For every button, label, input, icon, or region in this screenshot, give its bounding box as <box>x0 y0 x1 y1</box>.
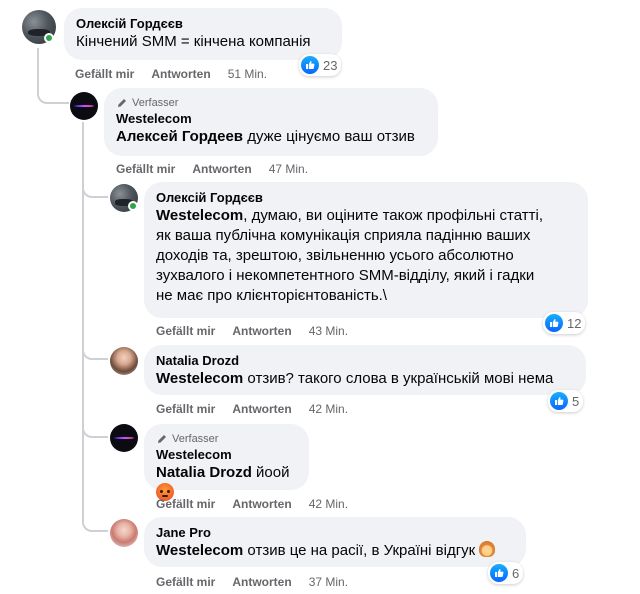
reply-button[interactable]: Antworten <box>232 323 291 339</box>
comment-text-body: дуже цінуємо ваш отзив <box>243 128 415 145</box>
comment-time[interactable]: 47 Min. <box>269 161 308 177</box>
comment-author[interactable]: Natalia Drozd <box>156 353 574 369</box>
comment-text-line: як ваша публічна комунікація сприяла пад… <box>156 227 531 244</box>
mention-link[interactable]: Westelecom <box>156 207 243 224</box>
author-badge-label: Verfasser <box>132 97 179 109</box>
reaction-count[interactable]: 23 <box>299 54 342 76</box>
avatar[interactable] <box>110 347 138 375</box>
comment-actions: Gefällt mir Antworten 37 Min. <box>156 574 348 590</box>
comment-text-body: йоой <box>251 464 290 481</box>
like-button[interactable]: Gefällt mir <box>116 161 175 177</box>
like-button[interactable]: Gefällt mir <box>156 496 215 512</box>
reply-button[interactable]: Antworten <box>151 66 210 82</box>
thread-elbow-4 <box>82 416 108 438</box>
comment-author[interactable]: Westelecom <box>116 111 426 127</box>
reaction-number: 23 <box>323 57 338 73</box>
comment-time[interactable]: 37 Min. <box>309 574 348 590</box>
like-button[interactable]: Gefällt mir <box>75 66 134 82</box>
comment-text-line: зухвалого і некомпетентного SMM-відділу,… <box>156 267 535 284</box>
reaction-number: 12 <box>567 315 582 331</box>
comment-actions: Gefällt mir Antworten 42 Min. <box>156 401 348 417</box>
like-button[interactable]: Gefällt mir <box>156 401 215 417</box>
thread-elbow-1 <box>37 80 69 104</box>
avatar[interactable] <box>110 519 138 547</box>
like-icon <box>545 314 563 332</box>
woman-shrugging-emoji-icon <box>479 541 496 557</box>
avatar[interactable] <box>110 424 138 452</box>
comment-text: Westelecom отзив? такого слова в українс… <box>156 369 574 389</box>
mention-link[interactable]: Westelecom <box>156 370 243 387</box>
like-icon <box>490 564 508 582</box>
comment-actions: Gefällt mir Antworten 43 Min. <box>156 323 348 339</box>
comment-text: Кінчений SMM = кінчена компанія <box>76 33 311 50</box>
mention-link[interactable]: Алексей Гордеев <box>116 128 243 145</box>
online-status-dot <box>44 33 54 43</box>
comment-bubble: Natalia Drozd Westelecom отзив? такого с… <box>144 345 586 395</box>
pen-icon <box>118 99 126 107</box>
comment-text: Westelecom отзив це на расії, в Україні … <box>156 541 514 561</box>
comment-line: Westelecom, думаю, ви оціните також проф… <box>156 206 576 226</box>
comment-author[interactable]: Jane Pro <box>156 525 514 541</box>
comment-author[interactable]: Westelecom <box>156 447 297 463</box>
reply-button[interactable]: Antworten <box>232 496 291 512</box>
comment-actions: Gefällt mir Antworten 51 Min. <box>75 66 267 82</box>
comment-text: Westelecom, думаю, ви оціните також проф… <box>156 206 576 306</box>
comment-actions: Gefällt mir Antworten 47 Min. <box>116 161 308 177</box>
comment-bubble: Verfasser Westelecom Алексей Гордеев дуж… <box>104 88 438 156</box>
like-button[interactable]: Gefällt mir <box>156 323 215 339</box>
thread-elbow-3 <box>82 340 108 360</box>
avatar[interactable] <box>70 92 98 120</box>
mention-link[interactable]: Westelecom <box>156 542 243 559</box>
comment-actions: Gefällt mir Antworten 42 Min. <box>156 496 348 512</box>
like-icon <box>550 392 568 410</box>
comment-text: Алексей Гордеев дуже цінуємо ваш отзив <box>116 127 426 147</box>
author-badge-label: Verfasser <box>172 433 219 445</box>
comment-author[interactable]: Олексій Гордєєв <box>156 190 576 206</box>
thread-elbow-2 <box>82 178 108 198</box>
reaction-number: 6 <box>512 565 520 581</box>
comment-time[interactable]: 51 Min. <box>228 66 267 82</box>
like-icon <box>301 56 319 74</box>
comment-author[interactable]: Олексій Гордєєв <box>76 16 330 32</box>
comment-time[interactable]: 42 Min. <box>309 496 348 512</box>
reaction-number: 5 <box>572 393 580 409</box>
like-button[interactable]: Gefällt mir <box>156 574 215 590</box>
thread-elbow-5 <box>82 510 108 532</box>
comment-text-line: , думаю, ви оціните також профільні стат… <box>243 207 544 224</box>
comment-bubble: Jane Pro Westelecom отзив це на расії, в… <box>144 517 526 567</box>
comment-bubble: Verfasser Westelecom Natalia Drozd йоой <box>144 424 309 501</box>
reaction-count[interactable]: 12 <box>543 312 586 334</box>
author-badge: Verfasser <box>156 432 297 446</box>
pen-icon <box>158 435 166 443</box>
reaction-count[interactable]: 6 <box>488 562 524 584</box>
comment-text-body: отзив це на расії, в Україні відгук <box>243 542 476 559</box>
comment-text-line: не має про клієнторієнтованість.\ <box>156 287 387 304</box>
reply-button[interactable]: Antworten <box>192 161 251 177</box>
comment-time[interactable]: 43 Min. <box>309 323 348 339</box>
comment-bubble: Олексій Гордєєв Westelecom, думаю, ви оц… <box>144 182 588 318</box>
comment-bubble: Олексій Гордєєв Кінчений SMM = кінчена к… <box>64 8 342 60</box>
comment-text-line: доходів та, зрештою, звільненню усього а… <box>156 247 514 264</box>
mention-link[interactable]: Natalia Drozd <box>156 464 252 481</box>
author-badge: Verfasser <box>116 96 426 110</box>
reply-button[interactable]: Antworten <box>232 401 291 417</box>
comment-time[interactable]: 42 Min. <box>309 401 348 417</box>
online-status-dot <box>128 201 138 211</box>
reaction-count[interactable]: 5 <box>548 390 584 412</box>
comment-text-body: отзив? такого слова в українській мові н… <box>243 370 554 387</box>
reply-button[interactable]: Antworten <box>232 574 291 590</box>
